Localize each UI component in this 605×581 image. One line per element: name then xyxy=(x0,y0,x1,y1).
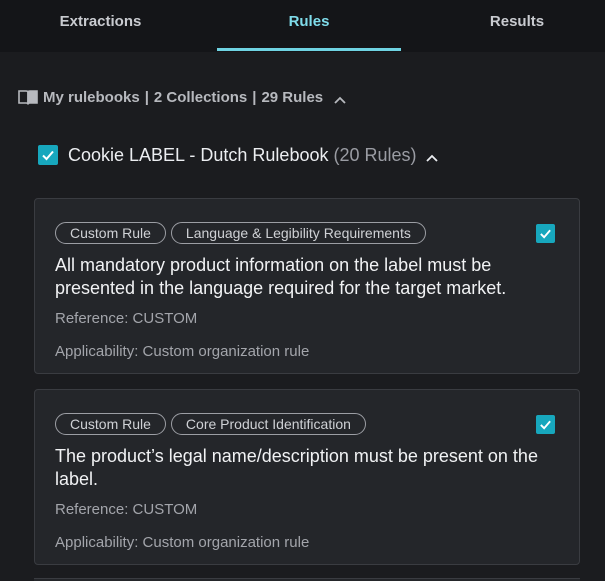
rules-panel: Extractions Rules Results My rulebooks |… xyxy=(0,0,605,581)
tag-badge: Custom Rule xyxy=(55,413,166,435)
rule-applicability: Applicability: Custom organization rule xyxy=(55,534,310,551)
rule-applicability: Applicability: Custom organization rule xyxy=(55,343,310,360)
rule-reference: Reference: CUSTOM xyxy=(55,501,198,518)
tag-badge: Core Product Identification xyxy=(170,413,366,435)
separator: | xyxy=(252,88,257,106)
book-icon xyxy=(18,89,38,105)
check-icon xyxy=(540,420,551,430)
chevron-up-icon[interactable] xyxy=(425,150,439,162)
tag-badge: Custom Rule xyxy=(55,222,166,244)
collection-count: (20 Rules) xyxy=(333,144,417,165)
tab-bar: Extractions Rules Results xyxy=(0,0,605,52)
rule-card: Custom Rule Language & Legibility Requir… xyxy=(34,198,580,374)
rule-card: Custom Rule Core Product Identification … xyxy=(34,389,580,565)
collection-title: Cookie LABEL - Dutch Rulebook xyxy=(68,144,329,165)
chevron-up-icon[interactable] xyxy=(333,92,347,104)
separator: | xyxy=(144,88,149,106)
rule-description: The product’s legal name/description mus… xyxy=(55,446,538,489)
rule-checkbox[interactable] xyxy=(536,224,555,243)
tag-badge: Language & Legibility Requirements xyxy=(170,222,426,244)
rulebooks-title: My rulebooks xyxy=(43,88,140,106)
check-icon xyxy=(540,229,551,239)
tab-extractions[interactable]: Extractions xyxy=(0,0,201,49)
rule-reference: Reference: CUSTOM xyxy=(55,310,198,327)
rule-description: All mandatory product information on the… xyxy=(55,255,507,298)
tab-results[interactable]: Results xyxy=(432,0,602,49)
rule-tags: Custom Rule Language & Legibility Requir… xyxy=(55,222,426,244)
collections-count: 2 Collections xyxy=(153,88,248,106)
rule-tags: Custom Rule Core Product Identification xyxy=(55,413,366,435)
rulebooks-header[interactable]: My rulebooks | 2 Collections | 29 Rules xyxy=(18,86,347,108)
check-icon xyxy=(42,150,54,161)
tab-rules[interactable]: Rules xyxy=(217,0,401,49)
rule-checkbox[interactable] xyxy=(536,415,555,434)
collection-checkbox[interactable] xyxy=(38,145,58,165)
active-tab-indicator xyxy=(217,48,401,51)
collection-header: Cookie LABEL - Dutch Rulebook (20 Rules) xyxy=(38,143,439,167)
rules-count: 29 Rules xyxy=(261,88,324,106)
